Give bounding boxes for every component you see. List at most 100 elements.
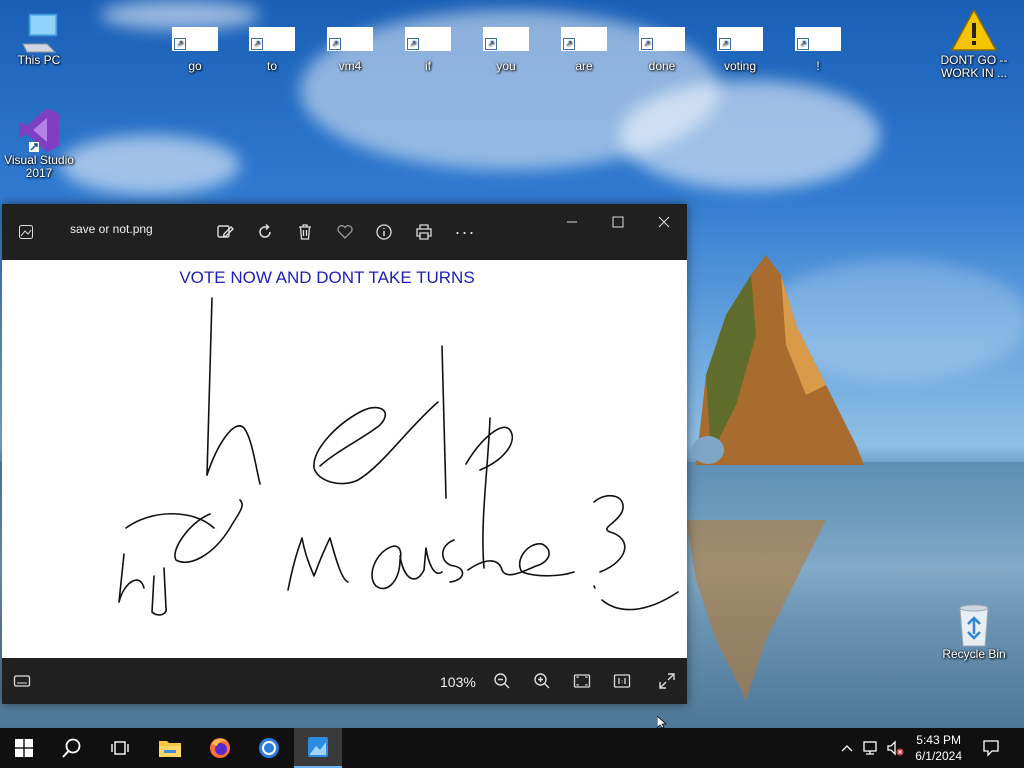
shortcut-you[interactable]: ↗ you bbox=[476, 27, 536, 73]
close-icon[interactable] bbox=[650, 208, 678, 236]
shortcut-thumbnail: ↗ bbox=[327, 27, 373, 51]
shortcut-arrow-icon: ↗ bbox=[719, 38, 731, 50]
wallpaper-rock bbox=[692, 255, 864, 465]
info-icon[interactable] bbox=[370, 218, 398, 246]
taskbar-firefox[interactable] bbox=[196, 728, 244, 768]
show-hidden-icons-chevron-up-icon[interactable] bbox=[838, 739, 856, 757]
taskbar-chrome[interactable] bbox=[245, 728, 293, 768]
photos-app-icon[interactable] bbox=[12, 218, 40, 246]
shortcut-thumbnail: ↗ bbox=[639, 27, 685, 51]
photos-filename: save or not.png bbox=[70, 222, 153, 236]
visual-studio-icon bbox=[19, 108, 59, 152]
shortcut-arrow-icon: ↗ bbox=[329, 38, 341, 50]
photos-bottombar: 103% bbox=[2, 658, 687, 704]
photos-titlebar[interactable]: save or not.png ··· bbox=[2, 204, 687, 260]
shortcut-done[interactable]: ↗ done bbox=[632, 27, 692, 73]
shortcut-to[interactable]: ↗ to bbox=[242, 27, 302, 73]
shortcut-arrow-icon: ↗ bbox=[174, 38, 186, 50]
desktop-icon-this-pc[interactable]: This PC bbox=[3, 10, 75, 67]
shortcut-arrow-icon: ↗ bbox=[485, 38, 497, 50]
mouse-cursor-icon bbox=[657, 716, 668, 728]
desktop-icon-label: Recycle Bin bbox=[942, 647, 1006, 661]
more-options-icon[interactable]: ··· bbox=[451, 218, 479, 246]
wallpaper-reflection bbox=[686, 520, 826, 700]
photos-icon bbox=[308, 737, 328, 757]
start-button[interactable] bbox=[0, 728, 48, 768]
taskbar-file-explorer[interactable] bbox=[146, 728, 194, 768]
desktop-icon-recycle-bin[interactable]: Recycle Bin bbox=[938, 602, 1010, 661]
zoom-in-icon[interactable] bbox=[530, 669, 554, 693]
fit-to-window-icon[interactable] bbox=[570, 669, 594, 693]
recycle-bin-icon bbox=[959, 604, 989, 647]
firefox-icon bbox=[210, 738, 230, 758]
taskbar-photos[interactable] bbox=[294, 728, 342, 768]
folder-icon bbox=[159, 741, 181, 757]
desktop-icon-label: DONT GO -- WORK IN ... bbox=[940, 53, 1008, 80]
taskbar: 5:43 PM 6/1/2024 bbox=[0, 728, 1024, 768]
delete-icon[interactable] bbox=[291, 218, 319, 246]
wallpaper-cloud bbox=[60, 135, 240, 195]
shortcut-label: are bbox=[575, 59, 593, 73]
shortcut-label: go bbox=[188, 59, 202, 73]
shortcut-label: ! bbox=[816, 59, 820, 73]
shortcut-thumbnail: ↗ bbox=[561, 27, 607, 51]
shortcut-if[interactable]: ↗ if bbox=[398, 27, 458, 73]
taskbar-clock[interactable]: 5:43 PM 6/1/2024 bbox=[915, 732, 962, 764]
notifications-icon[interactable] bbox=[982, 739, 1000, 757]
shortcut-arrow-icon: ↗ bbox=[251, 38, 263, 50]
shortcut-arrow-icon: ↗ bbox=[641, 38, 653, 50]
windows-logo-icon bbox=[15, 739, 33, 757]
zoom-level: 103% bbox=[440, 674, 476, 690]
chrome-icon bbox=[259, 738, 279, 758]
shortcut-go[interactable]: ↗ go bbox=[165, 27, 225, 73]
shortcut-label: if bbox=[425, 59, 431, 73]
desktop-icon-visual-studio[interactable]: Visual Studio 2017 bbox=[3, 106, 75, 180]
wallpaper-cloud bbox=[100, 0, 260, 30]
shortcut-arrow-icon: ↗ bbox=[563, 38, 575, 50]
clock-time: 5:43 PM bbox=[916, 733, 961, 747]
search-icon bbox=[62, 738, 81, 758]
shortcut-label: vm4 bbox=[338, 59, 362, 73]
shortcut-thumbnail: ↗ bbox=[172, 27, 218, 51]
wallpaper-cloud bbox=[620, 80, 880, 190]
computer-icon bbox=[22, 13, 58, 53]
shortcut-thumbnail: ↗ bbox=[405, 27, 451, 51]
edit-create-icon[interactable] bbox=[211, 218, 239, 246]
network-icon[interactable] bbox=[862, 739, 880, 757]
shortcut-voting[interactable]: ↗ voting bbox=[710, 27, 770, 73]
desktop-icon-label: This PC bbox=[17, 53, 61, 67]
filmstrip-icon[interactable] bbox=[10, 669, 34, 693]
shortcut-thumbnail: ↗ bbox=[717, 27, 763, 51]
shortcut-label: done bbox=[648, 59, 676, 73]
photos-window: save or not.png ··· VOTE NOW AND DONT TA… bbox=[2, 204, 687, 704]
rotate-icon[interactable] bbox=[251, 218, 279, 246]
shortcut-are[interactable]: ↗ are bbox=[554, 27, 614, 73]
task-view-icon bbox=[111, 741, 129, 755]
shortcut-vm4[interactable]: ↗ vm4 bbox=[320, 27, 380, 73]
print-icon[interactable] bbox=[410, 218, 438, 246]
shortcut-label: to bbox=[266, 59, 277, 73]
shortcut-thumbnail: ↗ bbox=[795, 27, 841, 51]
shortcut-label: you bbox=[496, 59, 516, 73]
handwritten-scribble bbox=[118, 297, 679, 616]
desktop-icon-label: Visual Studio 2017 bbox=[4, 153, 74, 180]
minimize-icon[interactable] bbox=[558, 208, 586, 236]
desktop-icon-warning-folder[interactable]: DONT GO -- WORK IN ... bbox=[938, 8, 1010, 80]
shortcut-exclamation[interactable]: ↗ ! bbox=[788, 27, 848, 73]
maximize-icon[interactable] bbox=[604, 208, 632, 236]
shortcut-thumbnail: ↗ bbox=[249, 27, 295, 51]
shortcut-thumbnail: ↗ bbox=[483, 27, 529, 51]
actual-size-icon[interactable] bbox=[610, 669, 634, 693]
task-view-button[interactable] bbox=[96, 728, 144, 768]
shortcut-arrow-icon: ↗ bbox=[797, 38, 809, 50]
clock-date: 6/1/2024 bbox=[915, 749, 962, 763]
zoom-out-icon[interactable] bbox=[490, 669, 514, 693]
volume-muted-icon[interactable] bbox=[886, 739, 904, 757]
search-button[interactable] bbox=[48, 728, 96, 768]
favorite-heart-icon[interactable] bbox=[331, 218, 359, 246]
fullscreen-icon[interactable] bbox=[655, 669, 679, 693]
warning-icon bbox=[950, 8, 998, 51]
shortcut-arrow-icon: ↗ bbox=[407, 38, 419, 50]
photo-canvas[interactable]: VOTE NOW AND DONT TAKE TURNS bbox=[2, 260, 687, 658]
shortcut-label: voting bbox=[723, 59, 757, 73]
